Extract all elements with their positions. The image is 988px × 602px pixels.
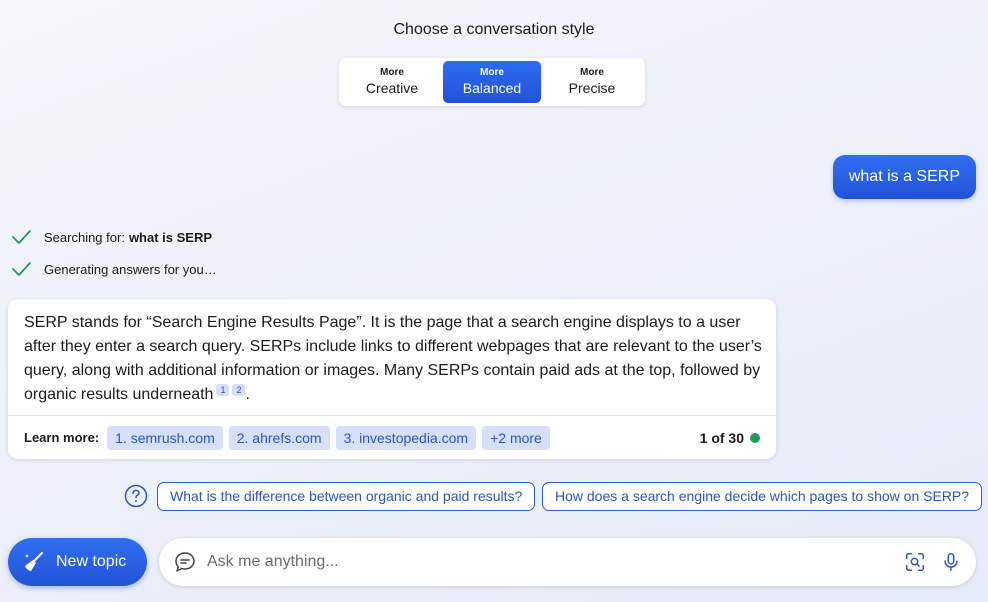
checkmark-icon (12, 262, 31, 276)
ask-input[interactable] (207, 553, 890, 571)
searching-prefix: Searching for: (44, 229, 125, 245)
generating-status: Generating answers for you… (10, 258, 217, 280)
source-link-ahrefs[interactable]: 2. ahrefs.com (228, 425, 330, 450)
conversation-style-title: Choose a conversation style (393, 21, 595, 38)
style-prefix: More (480, 67, 504, 78)
citation-2[interactable]: 2 (232, 384, 246, 396)
style-precise-button[interactable]: More Precise (543, 61, 641, 103)
visual-search-icon[interactable] (904, 551, 926, 573)
answer-end: . (245, 386, 250, 403)
style-label: Creative (365, 80, 419, 96)
chat-bubble-icon (175, 552, 195, 572)
more-sources-button[interactable]: +2 more (482, 425, 550, 450)
citation-1[interactable]: 1 (216, 384, 230, 396)
help-question-icon[interactable] (124, 484, 148, 508)
suggestion-search-engine-decide[interactable]: How does a search engine decide which pa… (542, 482, 983, 511)
new-topic-button[interactable]: New topic (8, 538, 147, 586)
answer-card: SERP stands for “Search Engine Results P… (8, 299, 776, 459)
learn-more-label: Learn more: (24, 430, 100, 445)
broom-icon (25, 552, 43, 571)
user-message-bubble: what is a SERP (832, 155, 976, 199)
style-prefix: More (580, 67, 604, 78)
suggestion-organic-vs-paid[interactable]: What is the difference between organic a… (157, 482, 536, 511)
response-counter: 1 of 30 (700, 430, 760, 446)
ask-box (159, 538, 976, 586)
conversation-style-picker: More Creative More Balanced More Precise (339, 58, 645, 106)
style-label: Balanced (462, 80, 522, 96)
style-balanced-button[interactable]: More Balanced (443, 61, 541, 103)
new-topic-label: New topic (56, 553, 127, 570)
style-label: Precise (568, 80, 616, 96)
answer-body: SERP stands for “Search Engine Results P… (24, 314, 762, 403)
learn-more-bar: Learn more: 1. semrush.com 2. ahrefs.com… (8, 415, 776, 459)
source-link-semrush[interactable]: 1. semrush.com (107, 425, 223, 450)
response-count-text: 1 of 30 (699, 429, 744, 446)
answer-text: SERP stands for “Search Engine Results P… (24, 311, 772, 407)
searching-status: Searching for: what is SERP (10, 226, 212, 248)
style-prefix: More (380, 67, 404, 78)
style-creative-button[interactable]: More Creative (343, 61, 441, 103)
searching-query: what is SERP (128, 229, 213, 245)
generating-text: Generating answers for you… (44, 261, 217, 277)
status-dot-icon (750, 432, 760, 443)
source-link-investopedia[interactable]: 3. investopedia.com (335, 425, 477, 450)
checkmark-icon (12, 230, 31, 244)
microphone-icon[interactable] (940, 551, 962, 573)
